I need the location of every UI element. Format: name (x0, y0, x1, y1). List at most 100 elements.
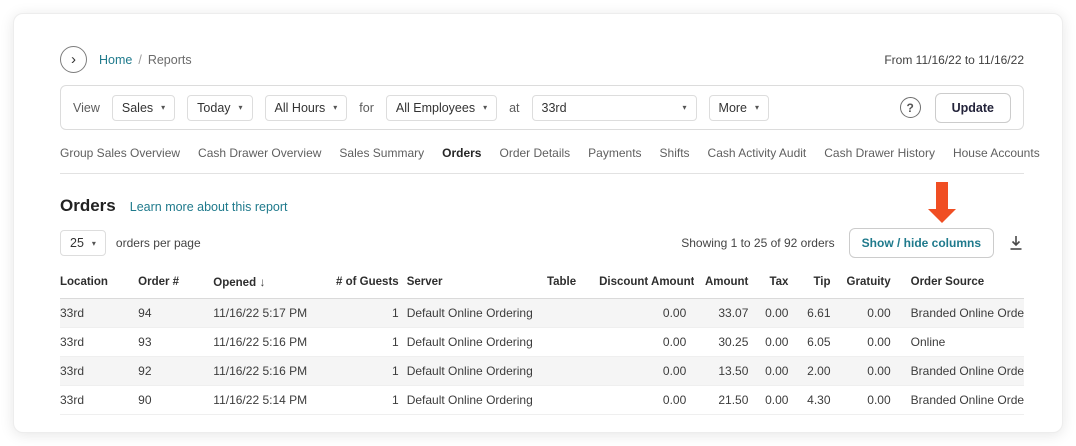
date-range-label: From 11/16/22 to 11/16/22 (884, 53, 1024, 67)
cell-tip: 6.05 (796, 328, 838, 357)
hours-filter-select[interactable]: All Hours ▾ (265, 95, 348, 121)
show-hide-columns-button[interactable]: Show / hide columns (849, 228, 994, 258)
pagination-summary: Showing 1 to 25 of 92 orders (681, 236, 834, 250)
cell-discount-amount: 0.00 (599, 299, 694, 328)
column-header-location[interactable]: Location (60, 266, 138, 299)
cell-gratuity: 0.00 (839, 386, 899, 415)
orders-table-body: 33rd9411/16/22 5:17 PM1Default Online Or… (60, 299, 1024, 415)
column-header-amount[interactable]: Amount (694, 266, 756, 299)
expand-sidebar-button[interactable]: › (60, 46, 87, 73)
page-title: Orders (60, 196, 116, 216)
chevron-down-icon: ▾ (92, 239, 96, 248)
column-header-tip[interactable]: Tip (796, 266, 838, 299)
cell-location: 33rd (60, 328, 138, 357)
cell-of-guests: 1 (329, 328, 407, 357)
cell-order-source: Branded Online Ordering (899, 299, 1024, 328)
report-type-select[interactable]: Sales ▾ (112, 95, 175, 121)
cell-amount: 30.25 (694, 328, 756, 357)
tab-cash-activity-audit[interactable]: Cash Activity Audit (708, 146, 807, 160)
cell-table (547, 328, 599, 357)
cell-opened: 11/16/22 5:17 PM (213, 299, 328, 328)
breadcrumb-home-link[interactable]: Home (99, 53, 132, 67)
reports-content: › Home/Reports From 11/16/22 to 11/16/22… (14, 14, 1062, 433)
chevron-right-icon: › (71, 52, 76, 67)
cell-tip: 6.61 (796, 299, 838, 328)
cell-of-guests: 1 (329, 299, 407, 328)
help-icon[interactable]: ? (900, 97, 921, 118)
more-filters-value: More (719, 101, 747, 115)
cell-table (547, 386, 599, 415)
cell-location: 33rd (60, 386, 138, 415)
column-header-order-source[interactable]: Order Source (899, 266, 1024, 299)
tab-sales-summary[interactable]: Sales Summary (339, 146, 424, 160)
orders-header-row: LocationOrder #Opened ↓# of GuestsServer… (60, 266, 1024, 299)
cell-discount-amount: 0.00 (599, 328, 694, 357)
page-size-value: 25 (70, 236, 84, 250)
column-header-tax[interactable]: Tax (756, 266, 796, 299)
date-filter-value: Today (197, 101, 230, 115)
cell-opened: 11/16/22 5:14 PM (213, 386, 328, 415)
chevron-down-icon: ▾ (239, 103, 243, 112)
cell-server: Default Online Ordering (407, 386, 547, 415)
cell-tax: 0.00 (756, 386, 796, 415)
cell-gratuity: 0.00 (839, 328, 899, 357)
column-header-opened[interactable]: Opened ↓ (213, 266, 328, 299)
download-icon[interactable] (1008, 235, 1024, 251)
cell-opened: 11/16/22 5:16 PM (213, 357, 328, 386)
tab-orders[interactable]: Orders (442, 146, 481, 160)
cell-order: 93 (138, 328, 213, 357)
tab-payments[interactable]: Payments (588, 146, 641, 160)
cell-discount-amount: 0.00 (599, 357, 694, 386)
section-header-row: Orders Learn more about this report (60, 196, 1024, 216)
cell-tip: 4.30 (796, 386, 838, 415)
column-header-table[interactable]: Table (547, 266, 599, 299)
for-label: for (359, 101, 374, 115)
column-header-gratuity[interactable]: Gratuity (839, 266, 899, 299)
tab-cash-drawer-history[interactable]: Cash Drawer History (824, 146, 935, 160)
breadcrumb-row: › Home/Reports From 11/16/22 to 11/16/22 (60, 46, 1024, 73)
cell-server: Default Online Ordering (407, 328, 547, 357)
update-button[interactable]: Update (935, 93, 1011, 123)
column-header-discount-amount[interactable]: Discount Amount (599, 266, 694, 299)
column-header-server[interactable]: Server (407, 266, 547, 299)
column-header-order[interactable]: Order # (138, 266, 213, 299)
cell-amount: 33.07 (694, 299, 756, 328)
cell-location: 33rd (60, 299, 138, 328)
reports-page-card: › Home/Reports From 11/16/22 to 11/16/22… (13, 13, 1063, 433)
cell-tax: 0.00 (756, 299, 796, 328)
cell-tax: 0.00 (756, 357, 796, 386)
cell-tip: 2.00 (796, 357, 838, 386)
order-row[interactable]: 33rd9311/16/22 5:16 PM1Default Online Or… (60, 328, 1024, 357)
tab-group-sales-overview[interactable]: Group Sales Overview (60, 146, 180, 160)
cell-order: 90 (138, 386, 213, 415)
employees-filter-value: All Employees (396, 101, 475, 115)
cell-of-guests: 1 (329, 357, 407, 386)
page-size-select[interactable]: 25 ▾ (60, 230, 106, 256)
more-filters-select[interactable]: More ▾ (709, 95, 770, 121)
location-filter-select[interactable]: 33rd ▾ (532, 95, 697, 121)
employees-filter-select[interactable]: All Employees ▾ (386, 95, 497, 121)
cell-discount-amount: 0.00 (599, 386, 694, 415)
page-size-label: orders per page (116, 236, 201, 250)
cell-table (547, 299, 599, 328)
tab-order-details[interactable]: Order Details (499, 146, 570, 160)
tab-cash-drawer-overview[interactable]: Cash Drawer Overview (198, 146, 321, 160)
cell-order: 94 (138, 299, 213, 328)
tab-shifts[interactable]: Shifts (660, 146, 690, 160)
chevron-down-icon: ▾ (161, 103, 165, 112)
chevron-down-icon: ▾ (333, 103, 337, 112)
column-header-of-guests[interactable]: # of Guests (329, 266, 407, 299)
cell-server: Default Online Ordering (407, 299, 547, 328)
order-row[interactable]: 33rd9211/16/22 5:16 PM1Default Online Or… (60, 357, 1024, 386)
chevron-down-icon: ▾ (683, 103, 687, 112)
table-controls-row: 25 ▾ orders per page Showing 1 to 25 of … (60, 228, 1024, 258)
cell-table (547, 357, 599, 386)
tab-house-accounts[interactable]: House Accounts (953, 146, 1040, 160)
breadcrumb-separator: / (138, 53, 141, 67)
order-row[interactable]: 33rd9011/16/22 5:14 PM1Default Online Or… (60, 386, 1024, 415)
cell-order-source: Branded Online Ordering (899, 357, 1024, 386)
order-row[interactable]: 33rd9411/16/22 5:17 PM1Default Online Or… (60, 299, 1024, 328)
learn-more-link[interactable]: Learn more about this report (130, 200, 288, 214)
date-filter-select[interactable]: Today ▾ (187, 95, 252, 121)
at-label: at (509, 101, 519, 115)
